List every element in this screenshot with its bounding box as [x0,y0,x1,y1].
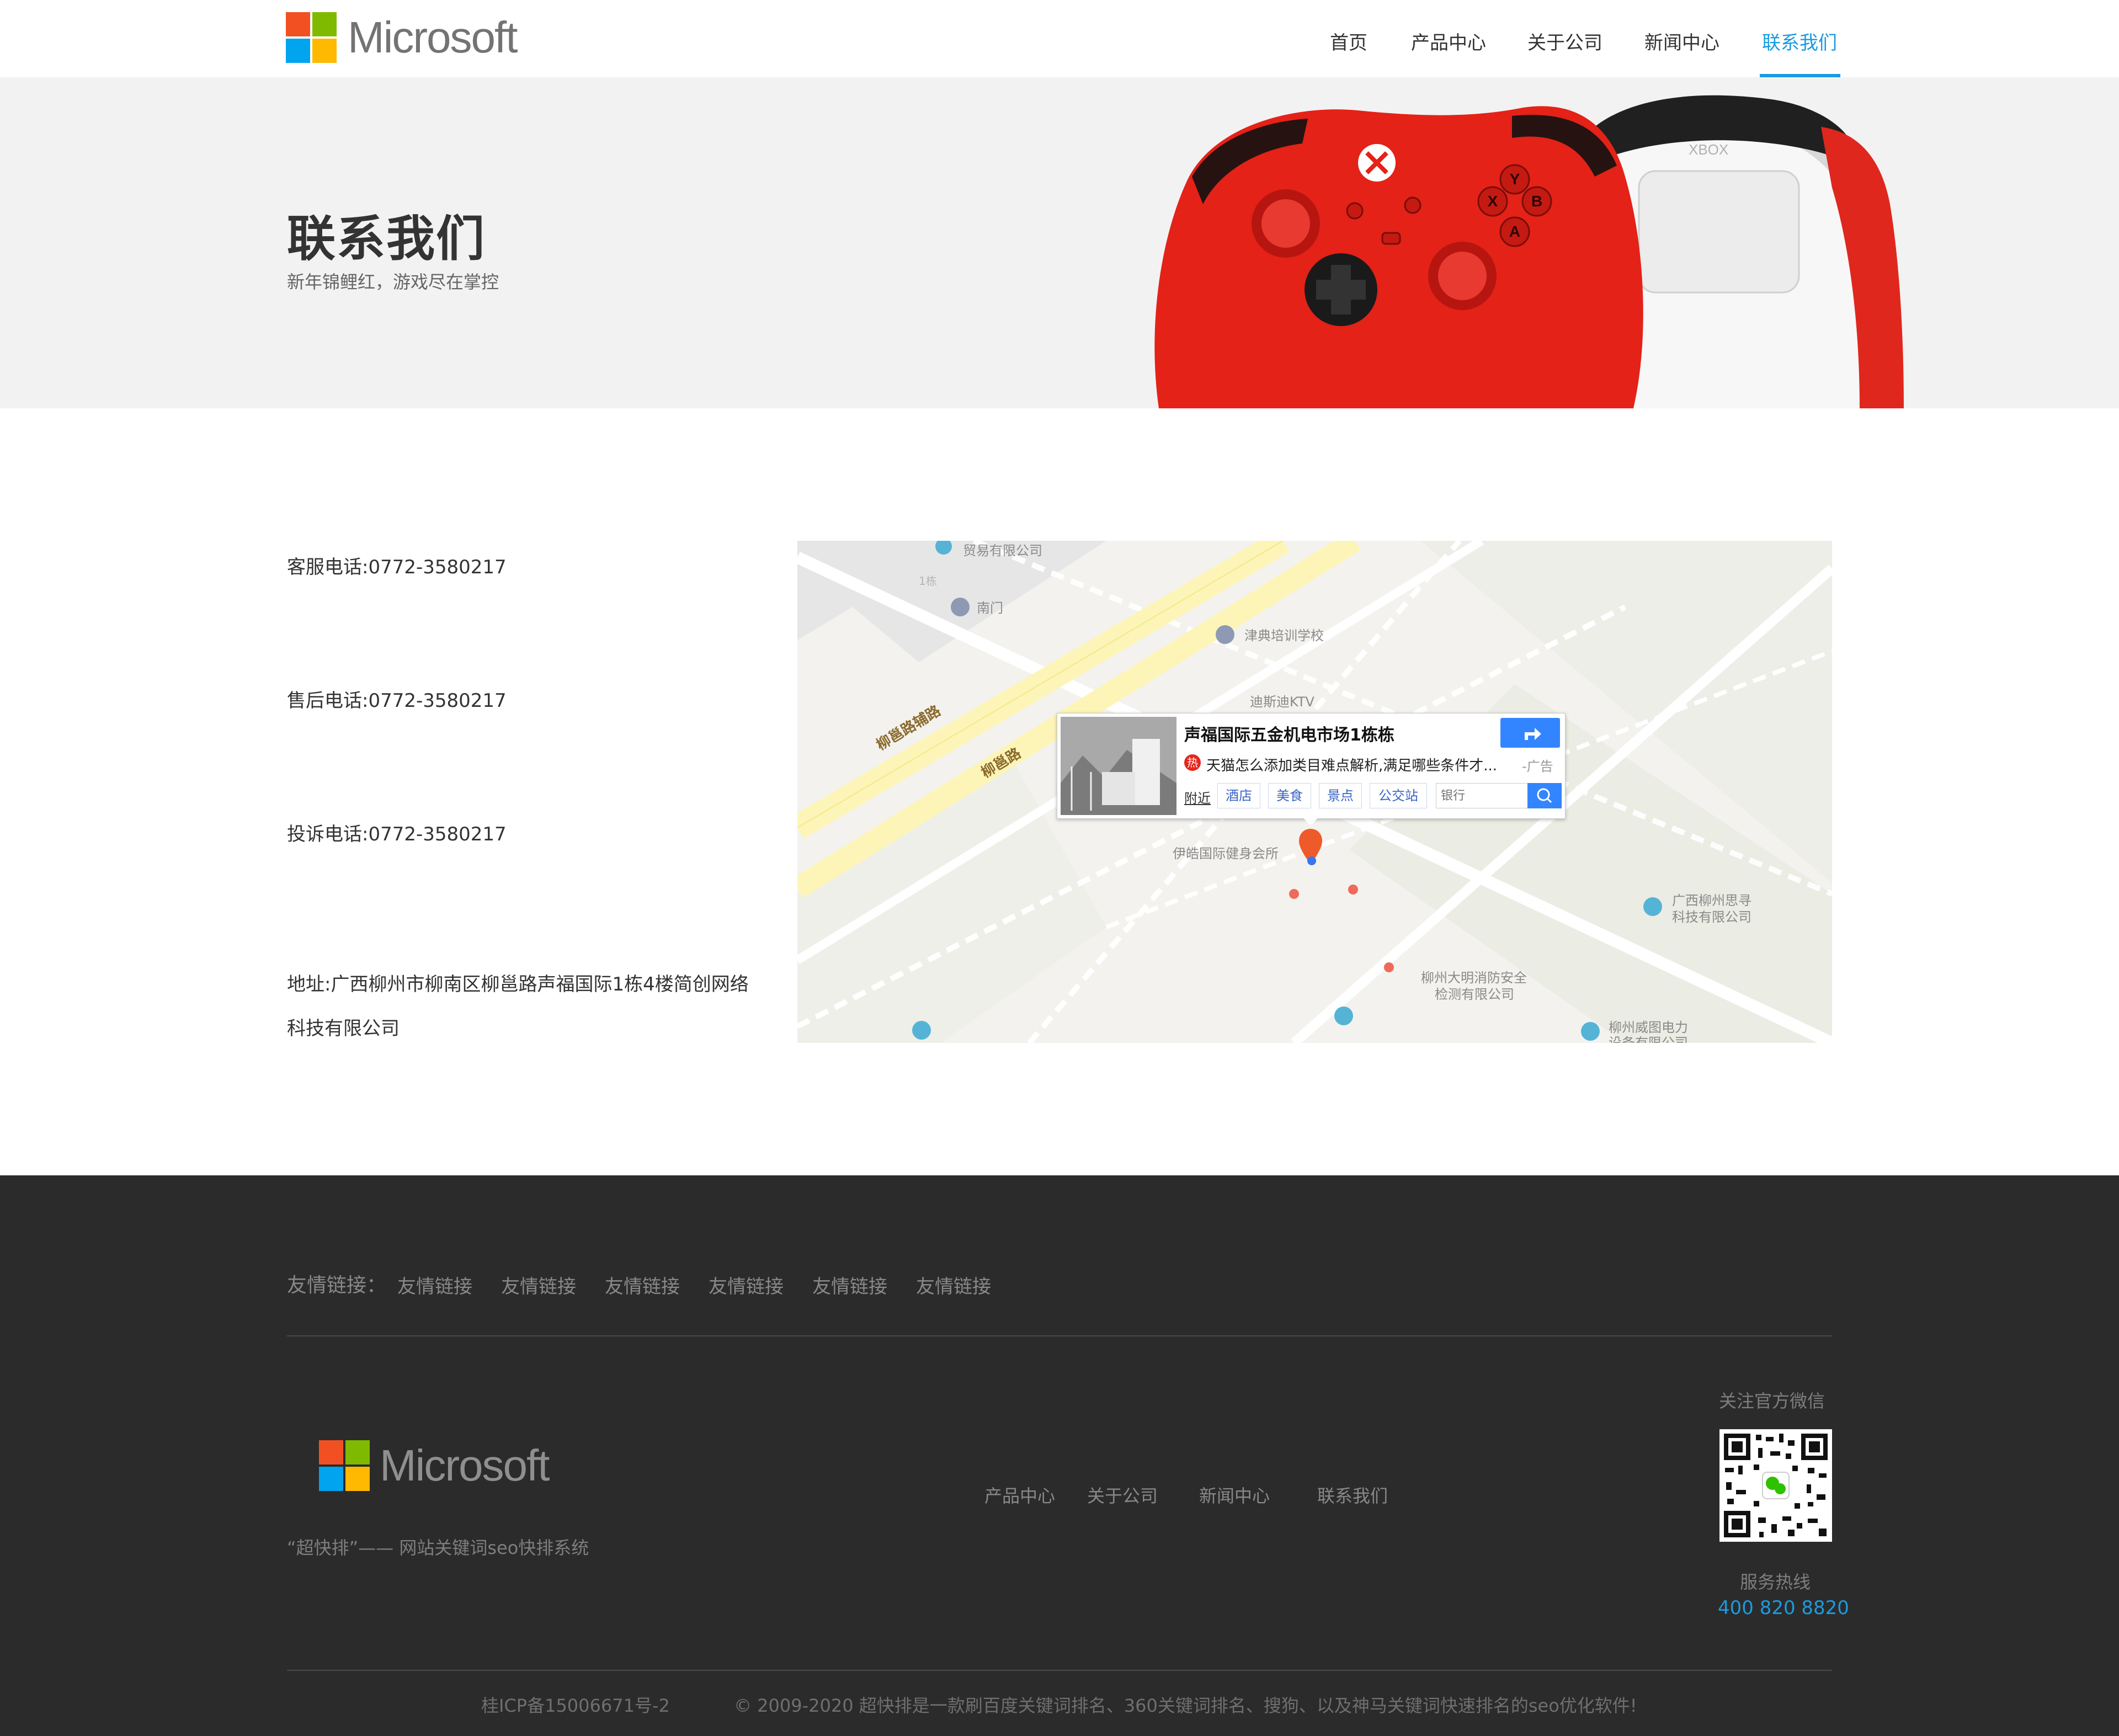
svg-text:科技有限公司: 科技有限公司 [1672,909,1751,925]
svg-text:1栋: 1栋 [919,574,937,588]
nav-news[interactable]: 新闻中心 [1644,28,1719,55]
friend-link[interactable]: 友情链接 [812,1271,887,1298]
nav-home[interactable]: 首页 [1330,28,1367,55]
svg-text:迪斯迪KTV: 迪斯迪KTV [1250,694,1315,710]
copyright-text: © 2009-2020 超快排是一款刷百度关键词排名、360关键词排名、搜狗、以… [734,1695,1637,1716]
svg-text:X: X [1488,193,1498,210]
address-line-2: 科技有限公司 [287,1018,400,1040]
svg-text:A: A [1509,223,1520,240]
nearby-bus-button[interactable]: 公交站 [1370,783,1427,808]
footer-divider [287,1335,1832,1336]
site-footer: 友情链接： 友情链接 友情链接 友情链接 友情链接 友情链接 友情链接 Micr… [0,1175,2119,1736]
footer-nav-products[interactable]: 产品中心 [984,1482,1055,1508]
icp-license[interactable]: 桂ICP备15006671号-2 [481,1692,670,1717]
footer-nav-about[interactable]: 关于公司 [1087,1482,1158,1508]
svg-text:广西柳州思寻: 广西柳州思寻 [1672,893,1751,908]
footer-divider-bottom [287,1670,1832,1671]
nearby-hotel-button[interactable]: 酒店 [1217,783,1260,808]
controller-image: XBOX Y B X A [1154,95,1904,408]
directions-button[interactable] [1500,718,1560,748]
controller-red: Y B X A [1154,106,1643,408]
svg-text:设备有限公司: 设备有限公司 [1609,1035,1688,1043]
svg-text:检测有限公司: 检测有限公司 [1435,987,1514,1002]
logo-text: Microsoft [348,13,518,62]
popup-photo [1061,717,1176,815]
wechat-label: 关注官方微信 [1719,1391,1825,1412]
page-subtitle: 新年锦鲤红，游戏尽在掌控 [287,271,499,292]
friend-link[interactable]: 友情链接 [501,1271,576,1298]
friend-link[interactable]: 友情链接 [605,1271,680,1298]
popup-pointer [1303,817,1318,826]
footer-nav-contact[interactable]: 联系我们 [1317,1482,1388,1508]
aftersale-phone: 售后电话:0772-3580217 [287,690,507,712]
qr-pattern [1724,1434,1828,1537]
footer-logo[interactable]: Microsoft [319,1440,550,1491]
popup-nearby-label: 附近 [1184,791,1211,806]
address-line-1: 地址:广西柳州市柳南区柳邕路声福国际1栋4楼简创网络 [287,973,749,995]
hotline-number[interactable]: 400 820 8820 [1718,1597,1849,1619]
nav-about[interactable]: 关于公司 [1527,28,1602,55]
nearby-search-input[interactable] [1436,783,1529,808]
svg-text:柳州大明消防安全: 柳州大明消防安全 [1421,970,1527,986]
page-banner: 联系我们 新年锦鲤红，游戏尽在掌控 XBOX Y B X A [0,77,2119,408]
svg-text:南门: 南门 [977,600,1003,616]
popup-ad-tag: -广告 [1522,759,1553,774]
nav-contact[interactable]: 联系我们 [1762,28,1837,55]
svg-text:B: B [1531,193,1542,210]
microsoft-logo-icon [319,1440,370,1491]
friend-link[interactable]: 友情链接 [709,1271,784,1298]
svg-text:柳州威图电力: 柳州威图电力 [1609,1020,1688,1035]
svg-text:津典培训学校: 津典培训学校 [1244,628,1324,643]
svg-text:XBOX: XBOX [1689,141,1728,158]
service-phone: 客服电话:0772-3580217 [287,556,507,578]
header-logo[interactable]: Microsoft [286,12,518,63]
footer-logo-text: Microsoft [380,1441,550,1490]
friend-link[interactable]: 友情链接 [916,1271,991,1298]
svg-text:伊皓国际健身会所: 伊皓国际健身会所 [1173,846,1279,861]
map-pin-icon[interactable] [1297,828,1324,866]
hotline-label: 服务热线 [1740,1572,1811,1593]
microsoft-logo-icon [286,12,337,63]
directions-icon [1525,728,1541,740]
complaint-phone: 投诉电话:0772-3580217 [287,823,507,845]
friend-link[interactable]: 友情链接 [397,1271,472,1298]
location-map[interactable]: 柳邕路辅路 柳邕路 贸易有限公司 1栋 南门 津典培训学校 迪斯迪KTV 伊皓国… [797,541,1832,1043]
map-info-popup: 声福国际五金机电市场1栋栋 热 天猫怎么添加类目难点解析,满足哪些条件才... … [1057,713,1566,826]
site-header: Microsoft 首页 产品中心 关于公司 新闻中心 联系我们 [0,0,2119,77]
footer-nav-news[interactable]: 新闻中心 [1199,1482,1270,1508]
friend-links-label: 友情链接： [287,1274,387,1297]
svg-text:贸易有限公司: 贸易有限公司 [963,543,1042,558]
nearby-search-button[interactable] [1527,783,1562,808]
page-title: 联系我们 [287,210,486,267]
svg-text:Y: Y [1510,171,1520,188]
qr-code-icon [1719,1429,1832,1542]
nearby-scenic-button[interactable]: 景点 [1319,783,1362,808]
hot-badge: 热 [1184,754,1201,771]
nearby-food-button[interactable]: 美食 [1268,783,1311,808]
footer-slogan: “超快排”—— 网站关键词seo快排系统 [287,1537,589,1558]
search-icon [1537,788,1552,803]
popup-title: 声福国际五金机电市场1栋栋 [1184,726,1394,745]
nav-products[interactable]: 产品中心 [1411,28,1486,55]
popup-ad-link[interactable]: 天猫怎么添加类目难点解析,满足哪些条件才... [1206,754,1521,775]
